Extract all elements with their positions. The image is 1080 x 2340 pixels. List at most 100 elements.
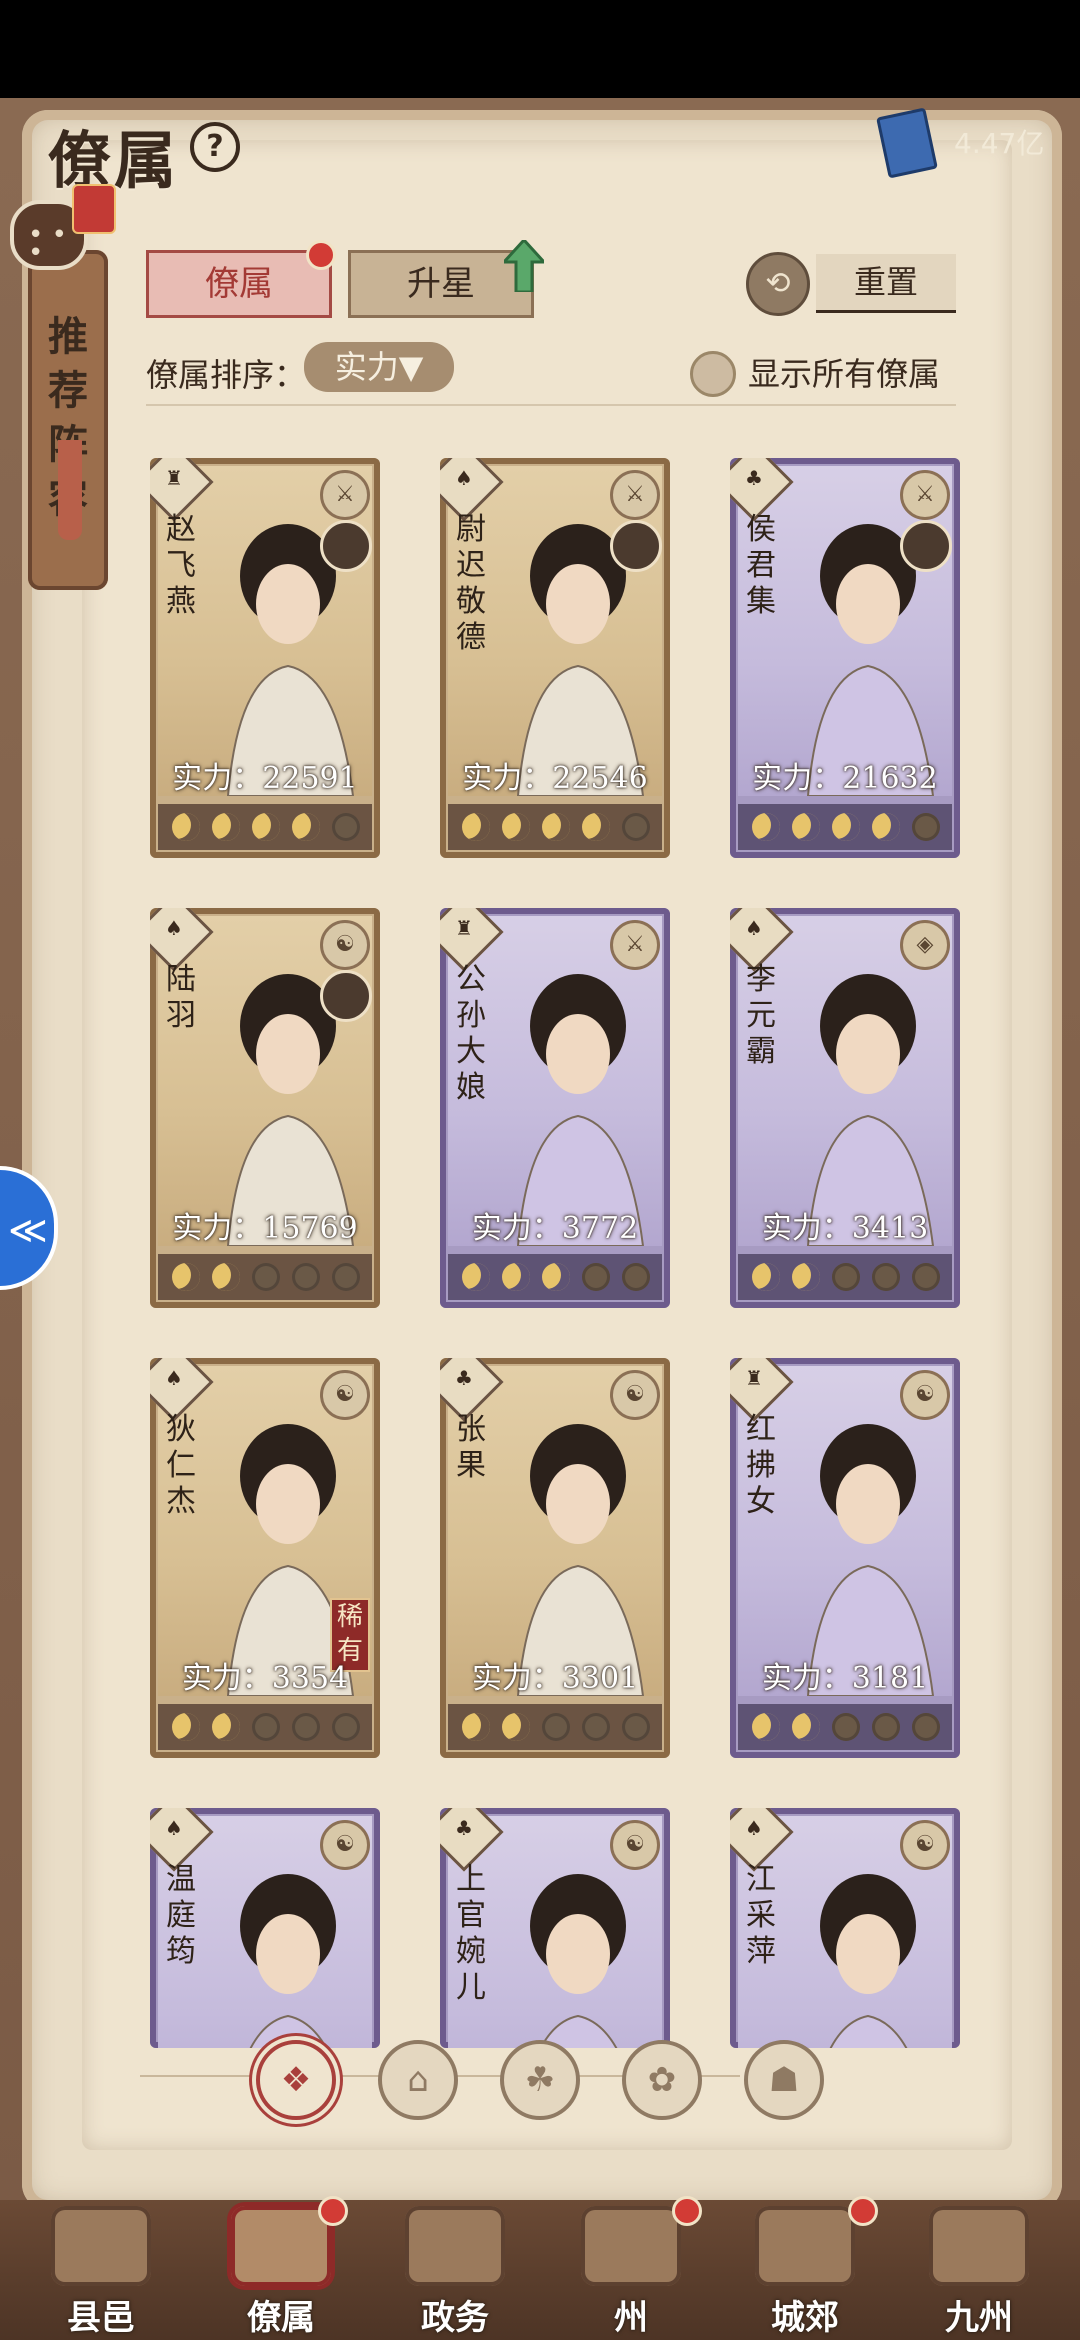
filter-class-2-icon[interactable]: ☘ [500,2040,580,2120]
affairs-icon [405,2206,505,2286]
officials-icon [231,2206,331,2286]
moon-star-filled-icon [872,813,900,841]
moon-star-empty-icon [622,1263,650,1291]
notification-dot [318,2196,348,2226]
official-card[interactable]: ♠ ◈ 李元霸 实力：3413 [730,908,960,1308]
nav-nine-provinces-label: 九州 [945,2298,1013,2338]
moon-star-filled-icon [502,1263,530,1291]
star-rating [448,1704,662,1750]
tab-officials[interactable]: 僚属 [146,250,332,318]
moon-star-empty-icon [872,1713,900,1741]
moon-star-filled-icon [462,1713,490,1741]
moon-star-empty-icon [252,1713,280,1741]
nav-county-label: 县邑 [67,2298,135,2338]
power-value: 实力：3354 [181,1661,349,1696]
help-icon[interactable]: ? [190,122,240,172]
moon-star-empty-icon [292,1263,320,1291]
filter-all-icon[interactable]: ❖ [256,2040,336,2120]
star-rating [158,1254,372,1300]
moon-star-filled-icon [792,813,820,841]
portrait-figure [820,1874,916,2048]
moon-star-empty-icon [622,813,650,841]
moon-star-empty-icon [292,1713,320,1741]
official-name: 公孙大娘 [456,962,486,1105]
official-card[interactable]: ♠ ⚔ 尉迟敬德 实力：22546 [440,458,670,858]
skill-type-icon: ☯ [320,1820,370,1870]
power-value: 实力：3772 [471,1211,639,1246]
moon-star-filled-icon [832,813,860,841]
moon-star-filled-icon [172,1713,200,1741]
reset-label: 重置 [816,254,956,313]
moon-star-empty-icon [582,1713,610,1741]
moon-star-empty-icon [872,1263,900,1291]
moon-star-filled-icon [542,813,570,841]
show-all-label: 显示所有僚属 [748,355,941,393]
official-name: 上官婉儿 [456,1862,486,2005]
red-envelope-icon[interactable] [72,184,116,234]
suburbs-icon [755,2206,855,2286]
filter-class-1-icon[interactable]: ⌂ [378,2040,458,2120]
power-value: 实力：22591 [172,761,358,796]
official-card[interactable]: ♠ ☯ 江采萍 [730,1808,960,2048]
moon-star-filled-icon [752,813,780,841]
nav-officials-label: 僚属 [247,2298,315,2338]
official-card[interactable]: ♣ ☯ 张果 实力：3301 [440,1358,670,1758]
reset-button[interactable]: ⟲ 重置 [746,250,956,316]
official-card[interactable]: ♜ ⚔ 赵飞燕 实力：22591 [150,458,380,858]
show-all-radio[interactable] [690,351,736,397]
nav-suburbs[interactable]: 城郊 [740,2200,870,2340]
moon-star-filled-icon [752,1713,780,1741]
moon-star-empty-icon [542,1713,570,1741]
nav-nine-provinces[interactable]: 九州 [914,2200,1044,2340]
official-name: 红拂女 [746,1412,776,1519]
official-name: 江采萍 [746,1862,776,1969]
official-card[interactable]: ♣ ☯ 上官婉儿 [440,1808,670,2048]
status-bar [0,0,1080,98]
official-card[interactable]: ♠ ☯ 狄仁杰 稀有 实力：3354 [150,1358,380,1758]
skill-type-icon: ☯ [610,1820,660,1870]
official-card[interactable]: ♜ ☯ 红拂女 实力：3181 [730,1358,960,1758]
nav-suburbs-label: 城郊 [771,2298,839,2338]
nav-affairs[interactable]: 政务 [390,2200,520,2340]
power-value: 实力：3181 [761,1661,929,1696]
nav-county[interactable]: 县邑 [36,2200,166,2340]
official-name: 温庭筠 [166,1862,196,1969]
notification-dot [672,2196,702,2226]
companion-avatar [900,520,952,572]
filter-class-3-icon[interactable]: ✿ [622,2040,702,2120]
official-name: 狄仁杰 [166,1412,196,1519]
nav-prefecture-label: 州 [614,2298,648,2338]
moon-star-empty-icon [332,813,360,841]
moon-star-filled-icon [502,1713,530,1741]
moon-star-filled-icon [212,1263,240,1291]
official-card[interactable]: ♣ ⚔ 侯君集 实力：21632 [730,458,960,858]
official-card[interactable]: ♠ ☯ 温庭筠 [150,1808,380,2048]
show-all-toggle[interactable]: 显示所有僚属 [690,345,990,397]
star-rating [738,1254,952,1300]
skill-type-icon: ◈ [900,920,950,970]
official-card[interactable]: ♠ ☯ 陆羽 实力：15769 [150,908,380,1308]
star-rating [158,804,372,850]
official-card[interactable]: ♜ ⚔ 公孙大娘 实力：3772 [440,908,670,1308]
currency-value: 4.47亿 [954,127,1045,160]
moon-star-filled-icon [792,1263,820,1291]
official-name: 陆羽 [166,962,196,1033]
skill-type-icon: ☯ [320,1370,370,1420]
moon-star-empty-icon [912,1263,940,1291]
companion-avatar [610,520,662,572]
official-name: 李元霸 [746,962,776,1069]
companion-avatar [320,520,372,572]
sort-dropdown[interactable]: 实力▼ [304,342,454,392]
moon-star-empty-icon [332,1263,360,1291]
prefecture-icon [581,2206,681,2286]
moon-star-filled-icon [462,813,490,841]
portrait-figure [240,1874,336,2048]
moon-star-filled-icon [172,813,200,841]
star-rating [448,804,662,850]
filter-class-4-icon[interactable]: ☗ [744,2040,824,2120]
star-rating [448,1254,662,1300]
power-value: 实力：21632 [752,761,938,796]
upgrade-arrow-icon [504,240,544,292]
divider [146,404,956,406]
power-value: 实力：3301 [471,1661,639,1696]
